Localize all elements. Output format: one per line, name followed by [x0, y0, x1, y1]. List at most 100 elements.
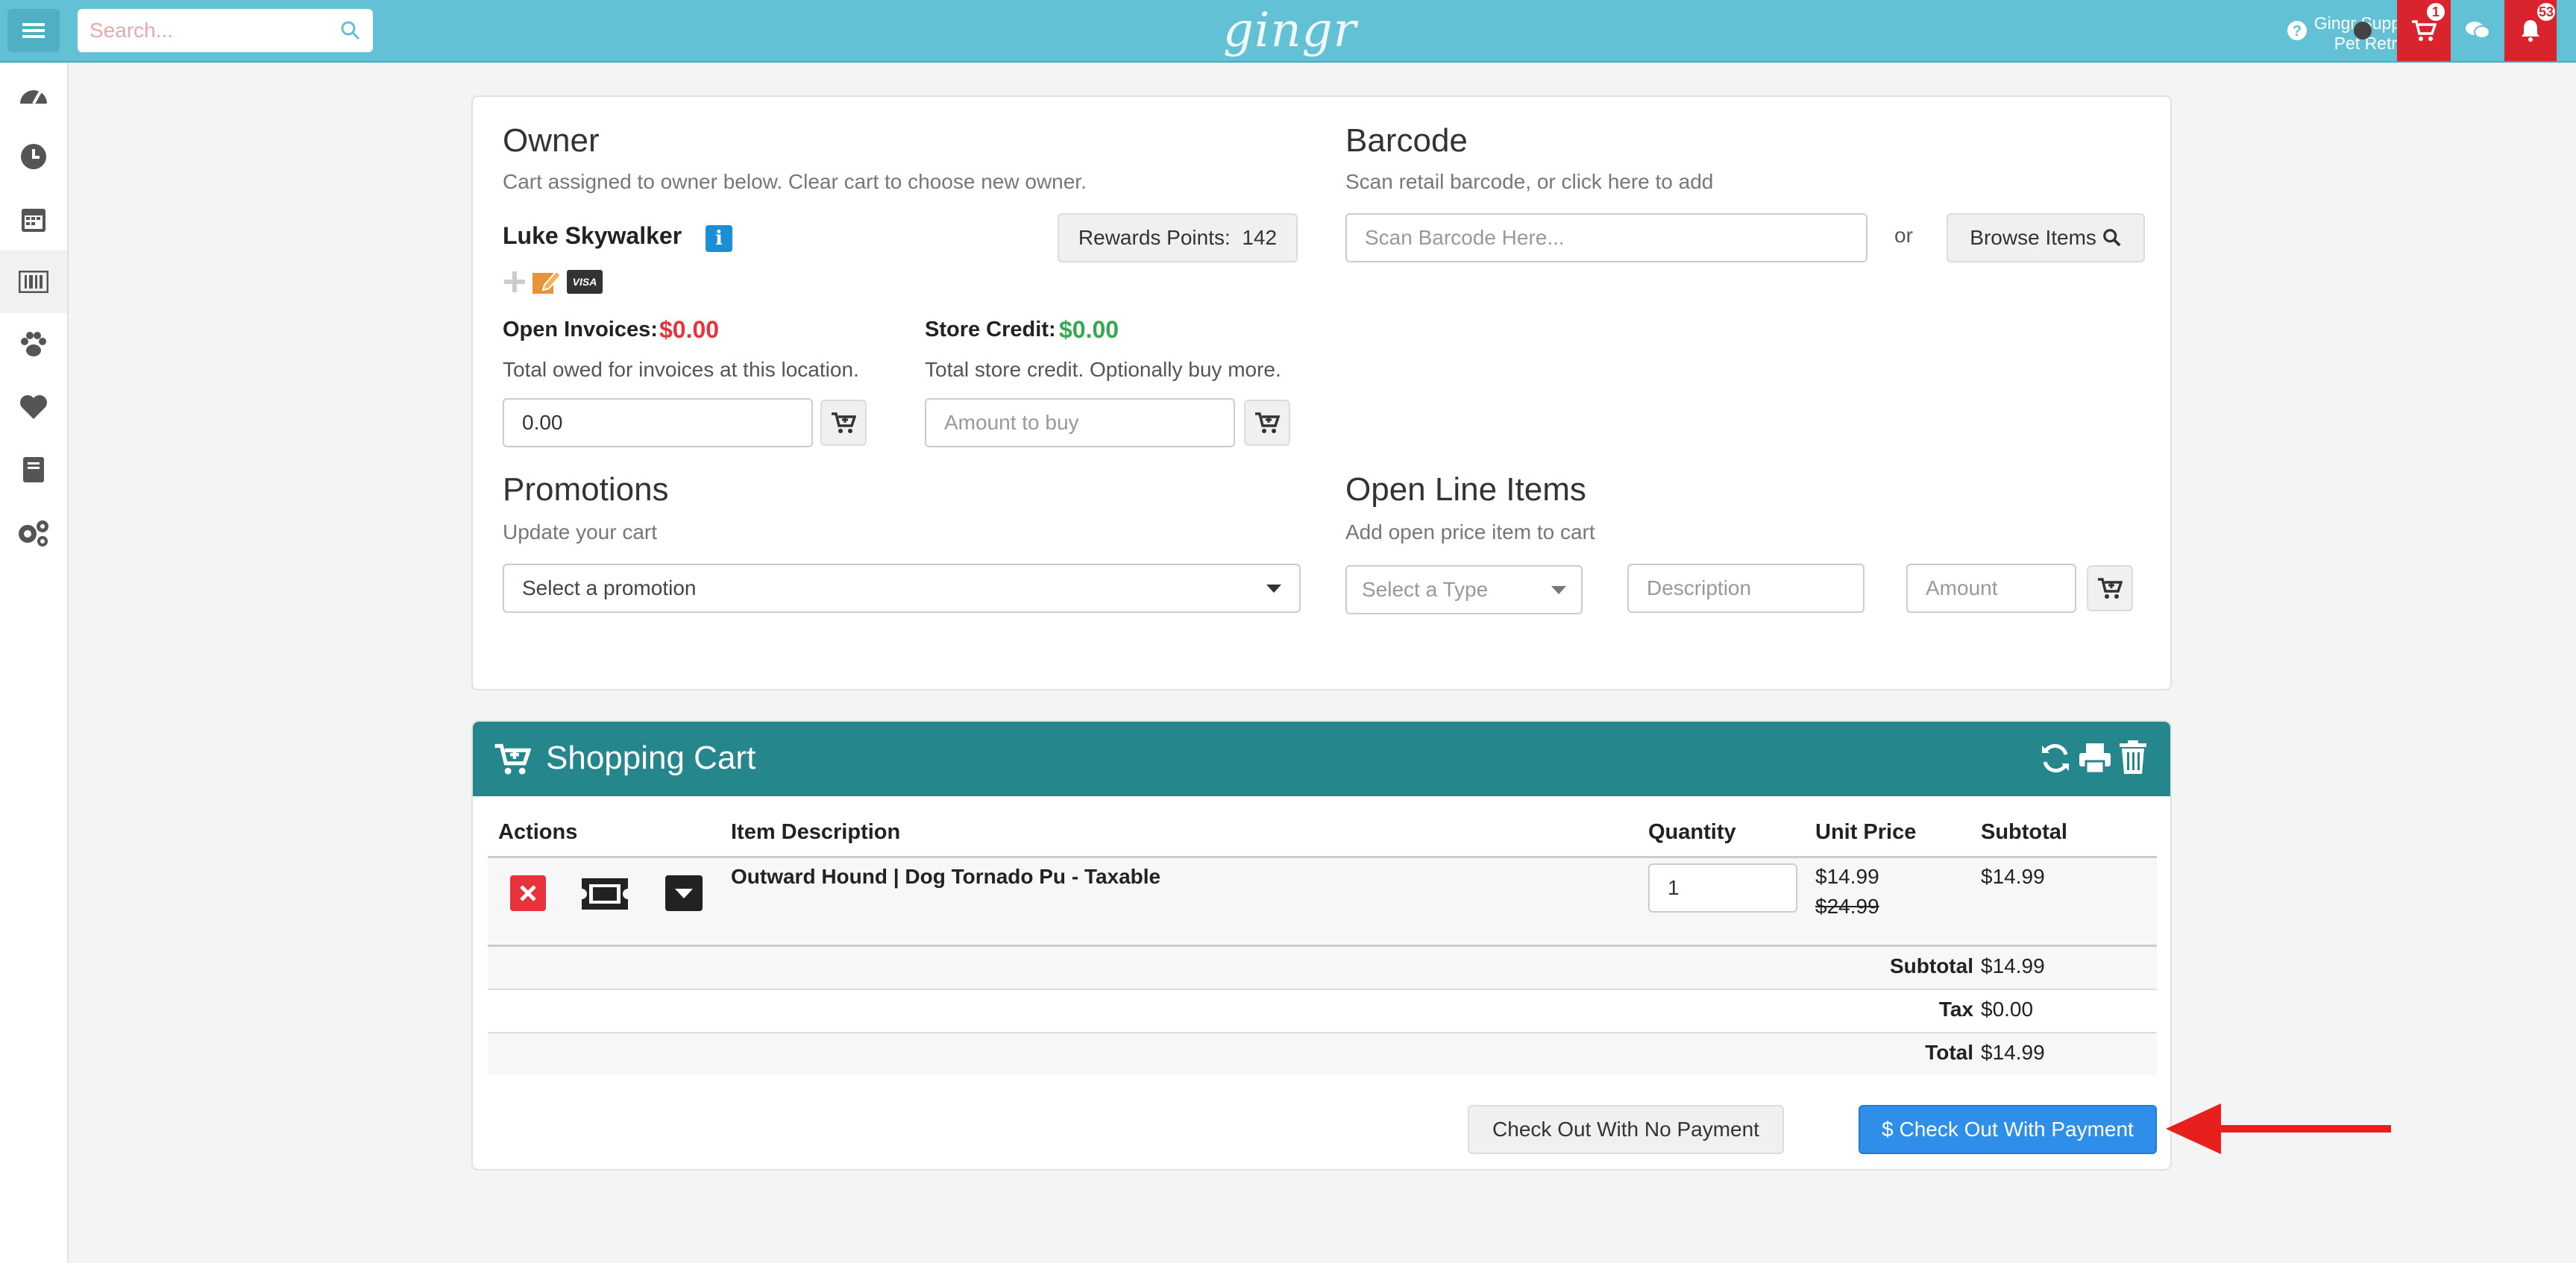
help-button[interactable]: ? [2273, 0, 2321, 61]
ticket-icon[interactable] [580, 877, 629, 911]
barcode-icon [19, 271, 48, 293]
promotions-subtitle: Update your cart [503, 520, 657, 544]
cart-icon [494, 743, 531, 775]
browse-items-label: Browse Items [1970, 226, 2096, 249]
barcode-input[interactable]: Scan Barcode Here... [1345, 213, 1867, 262]
header-quantity: Quantity [1648, 820, 1736, 844]
chevron-down-icon [1266, 584, 1281, 593]
bell-icon [2522, 20, 2539, 42]
sidebar-item-settings[interactable] [0, 501, 67, 564]
total-row [488, 1033, 2157, 1075]
quantity-input[interactable]: 1 [1648, 863, 1797, 913]
open-invoices-label: Open Invoices: [503, 318, 658, 341]
info-icon[interactable]: i [706, 225, 732, 252]
notifications-button[interactable]: 53 [2504, 0, 2557, 61]
sidebar-item-calendar[interactable] [0, 188, 67, 251]
visa-card-icon[interactable]: VISA [567, 270, 603, 294]
cart-plus-icon [2098, 578, 2123, 599]
paw-icon [21, 332, 46, 356]
header-unit-price: Unit Price [1815, 820, 1917, 844]
open-line-items-subtitle: Add open price item to cart [1345, 520, 1595, 544]
pay-invoices-cart-button[interactable] [820, 400, 867, 446]
annotation-arrow [2166, 1103, 2391, 1154]
total-value: $14.99 [1981, 1041, 2045, 1064]
cart-icon [2412, 20, 2437, 41]
sidebar-item-retail[interactable] [0, 251, 67, 313]
amount-to-buy-input[interactable]: Amount to buy [925, 398, 1235, 447]
rewards-value: 142 [1242, 226, 1278, 249]
tax-value: $0.00 [1981, 998, 2034, 1021]
status-button[interactable] [2339, 0, 2387, 61]
row-divider [488, 989, 2157, 990]
promotions-heading: Promotions [503, 471, 669, 508]
search-icon [341, 21, 360, 40]
trash-icon[interactable] [2118, 740, 2148, 775]
search-icon [2102, 229, 2121, 247]
item-dropdown-button[interactable] [665, 875, 703, 911]
shopping-cart-panel: Shopping Cart Actions Item Description Q… [471, 720, 2172, 1171]
store-credit-value: $0.00 [1059, 316, 1119, 343]
svg-text:?: ? [2293, 23, 2302, 40]
checkout-with-payment-button[interactable]: $ Check Out With Payment [1859, 1105, 2157, 1154]
book-icon [23, 457, 44, 482]
print-icon[interactable] [2078, 741, 2112, 775]
search-placeholder: Search... [89, 19, 174, 42]
open-invoices-value: $0.00 [659, 316, 720, 343]
refresh-icon[interactable] [2039, 741, 2072, 775]
sidebar-item-reports[interactable] [0, 438, 67, 501]
sidebar-item-dashboard[interactable] [0, 63, 67, 125]
cart-plus-icon [1255, 412, 1280, 433]
line-item-amount-input[interactable]: Amount [1906, 564, 2076, 613]
promotion-select[interactable]: Select a promotion [503, 564, 1301, 613]
line-item-description-input[interactable]: Description [1627, 564, 1865, 613]
or-label: or [1894, 224, 1913, 247]
original-price: $24.99 [1815, 895, 1879, 918]
clock-icon [21, 144, 46, 169]
cart-plus-icon [832, 412, 856, 433]
messages-button[interactable] [2454, 0, 2501, 61]
caret-down-icon [675, 888, 693, 898]
tax-label: Tax [1938, 998, 1973, 1021]
cart-title: Shopping Cart [546, 740, 756, 776]
invoice-amount-input[interactable]: 0.00 [503, 398, 813, 447]
gingr-logo[interactable]: gingr [1223, 3, 1357, 58]
remove-item-button[interactable] [510, 875, 546, 911]
line-item-type-select[interactable]: Select a Type [1345, 565, 1583, 614]
calendar-icon [22, 209, 45, 232]
close-icon [520, 885, 536, 901]
retail-panel: Owner Cart assigned to owner below. Clea… [471, 95, 2172, 690]
barcode-heading: Barcode [1345, 122, 1468, 159]
header-subtotal: Subtotal [1981, 820, 2067, 844]
unit-price: $14.99 [1815, 865, 1879, 888]
status-dot-icon [2354, 22, 2372, 40]
rewards-points-button[interactable]: Rewards Points: 142 [1058, 213, 1298, 262]
barcode-subtitle[interactable]: Scan retail barcode, or click here to ad… [1345, 170, 1713, 194]
owner-name[interactable]: Luke Skywalker [503, 222, 682, 250]
browse-items-button[interactable]: Browse Items [1947, 213, 2145, 262]
sidebar-item-pets[interactable] [0, 313, 67, 376]
heart-icon [20, 395, 47, 419]
add-line-item-cart-button[interactable] [2087, 565, 2133, 611]
notifications-badge: 53 [2537, 3, 2555, 21]
open-line-items-heading: Open Line Items [1345, 471, 1586, 508]
buy-store-credit-cart-button[interactable] [1244, 400, 1290, 446]
chat-icon [2466, 22, 2490, 39]
edit-file-icon[interactable] [531, 267, 562, 295]
search-input[interactable]: Search... [78, 9, 373, 52]
item-description: Outward Hound | Dog Tornado Pu - Taxable [731, 865, 1161, 888]
menu-button[interactable] [7, 9, 60, 52]
subtotal-label: Subtotal [1890, 954, 1973, 977]
chevron-down-icon [1551, 585, 1566, 594]
plus-icon[interactable] [503, 270, 527, 294]
store-credit-desc: Total store credit. Optionally buy more. [925, 358, 1281, 381]
cart-button[interactable]: 1 [2397, 0, 2451, 61]
promotion-select-value: Select a promotion [522, 576, 697, 599]
sidebar-item-history[interactable] [0, 125, 67, 188]
checkout-no-payment-button[interactable]: Check Out With No Payment [1468, 1105, 1784, 1154]
cart-header: Shopping Cart [473, 722, 2170, 796]
top-bar: Search... gingr Gingr Support Pet Retrea… [0, 0, 2576, 63]
sidebar-item-favorites[interactable] [0, 376, 67, 438]
sidebar [0, 63, 69, 1263]
owner-subtitle: Cart assigned to owner below. Clear cart… [503, 170, 1087, 193]
gauge-icon [20, 90, 47, 104]
